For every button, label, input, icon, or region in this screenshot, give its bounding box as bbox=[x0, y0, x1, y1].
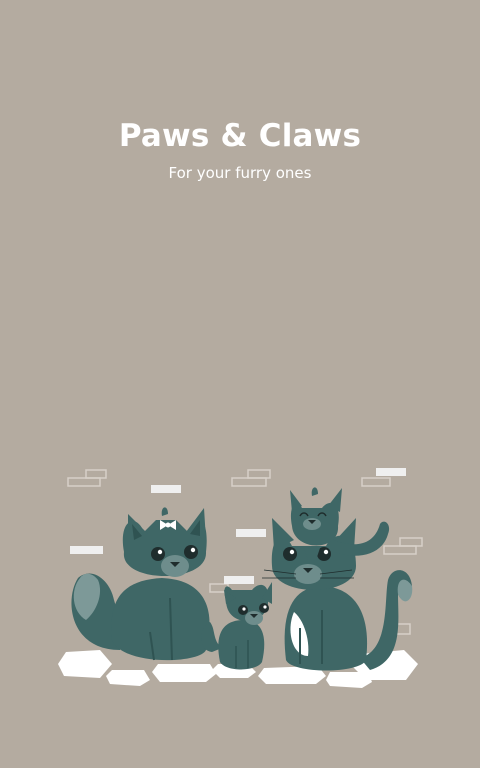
cat-family-illustration bbox=[58, 468, 423, 688]
cat-left bbox=[71, 507, 210, 661]
cat-right bbox=[262, 518, 413, 671]
splash-screen: Paws & Claws For your furry ones bbox=[0, 0, 480, 768]
app-title: Paws & Claws bbox=[118, 118, 362, 154]
cat-kitten-top bbox=[290, 487, 390, 560]
app-tagline: For your furry ones bbox=[168, 164, 312, 182]
cat-kitten-middle bbox=[201, 582, 272, 670]
